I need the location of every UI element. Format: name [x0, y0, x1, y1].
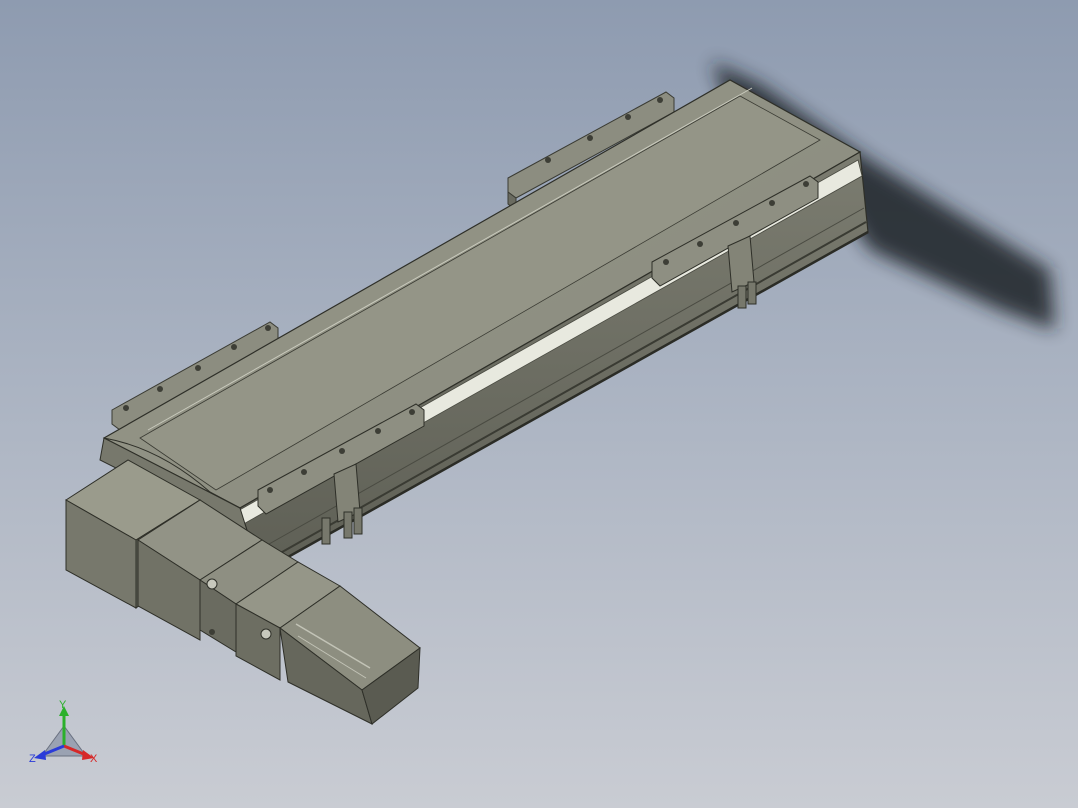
actuator-body[interactable] — [99, 79, 869, 568]
x-axis-label: X — [90, 753, 98, 765]
cad-viewport[interactable]: Y X Z — [0, 0, 1078, 808]
y-axis-label: Y — [59, 699, 67, 711]
cad-model-view[interactable]: Y X Z — [0, 0, 1078, 808]
z-axis-arrow-icon — [34, 750, 46, 760]
z-axis-label: Z — [29, 753, 36, 765]
coordinate-triad: Y X Z — [29, 699, 98, 765]
